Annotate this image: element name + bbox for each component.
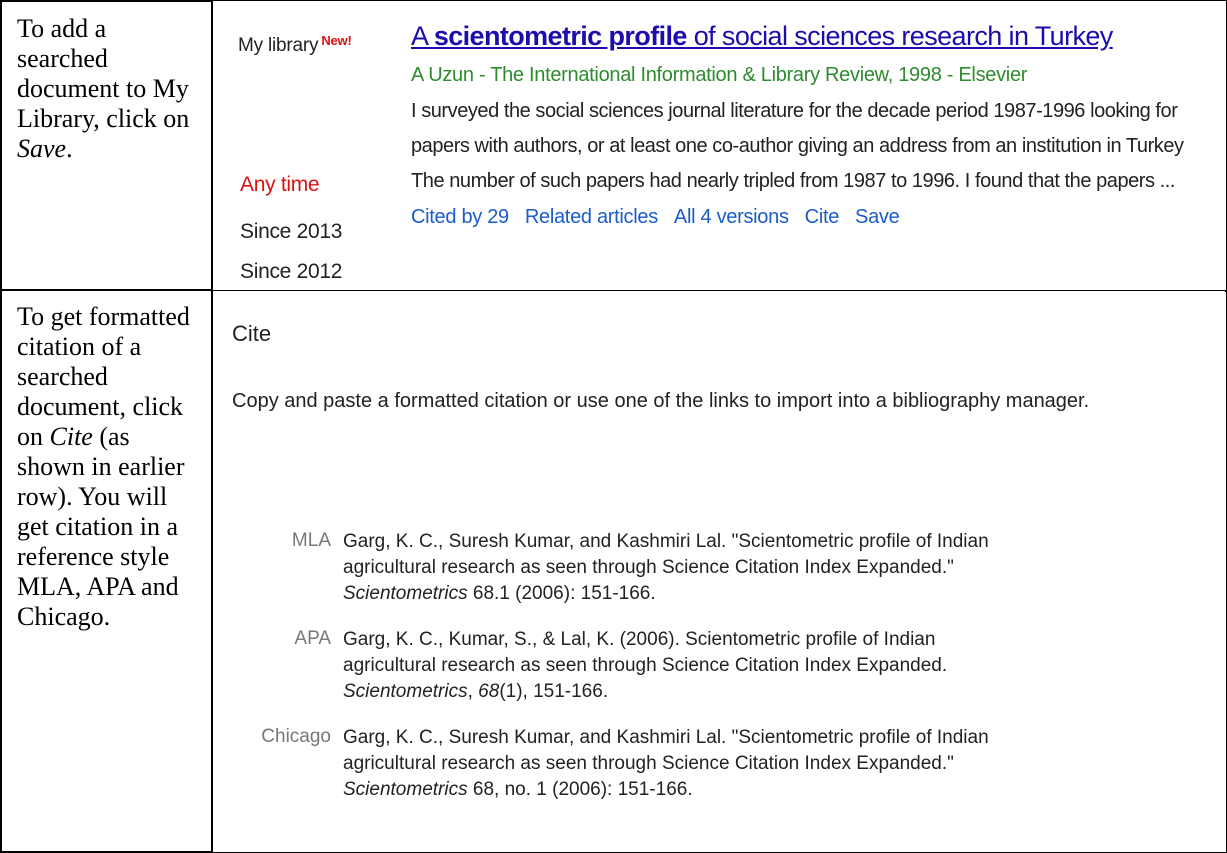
row2-instruction-rest: (as shown in earlier row). You will get … — [17, 422, 185, 631]
result-snippet-line: The number of such papers had nearly tri… — [411, 170, 1175, 192]
citation-line: agricultural research as seen through Sc… — [343, 753, 954, 774]
result-title-prefix: A — [411, 21, 434, 51]
citation-line: agricultural research as seen through Sc… — [343, 557, 954, 578]
new-badge: New! — [321, 33, 352, 48]
result-meta: A Uzun - The International Information &… — [411, 64, 1028, 86]
row1-instruction-period: . — [66, 134, 73, 163]
my-library-link[interactable]: My library New! — [238, 33, 352, 57]
citation-style-label: Chicago — [261, 726, 331, 747]
citation-line: Scientometrics 68, no. 1 (2006): 151-166… — [343, 779, 693, 800]
citation-journal: Scientometrics — [343, 583, 468, 604]
citation-text[interactable]: Garg, K. C., Kumar, S., & Lal, K. (2006)… — [343, 627, 1183, 705]
result-snippet-line: I surveyed the social sciences journal l… — [411, 100, 1178, 122]
time-filter-since-2013[interactable]: Since 2013 — [240, 220, 342, 244]
row2-instruction-cite: Cite — [49, 422, 93, 451]
citation-line: Garg, K. C., Kumar, S., & Lal, K. (2006)… — [343, 629, 936, 650]
cite-dialog-intro: Copy and paste a formatted citation or u… — [232, 390, 1090, 412]
citation-style-label: APA — [294, 628, 331, 649]
citation-line: agricultural research as seen through Sc… — [343, 655, 948, 676]
citation-line: Scientometrics 68.1 (2006): 151-166. — [343, 583, 656, 604]
cited-by-link[interactable]: Cited by 29 — [411, 206, 509, 228]
cite-link[interactable]: Cite — [805, 206, 840, 228]
citation-journal: Scientometrics — [343, 681, 468, 702]
search-result-screenshot: My library New! Any time Since 2013 Since 2… — [213, 1, 1226, 290]
result-action-links: Cited by 29 Related articles All 4 version… — [411, 206, 915, 229]
instruction-table: To add a searched document to My Library… — [0, 0, 1227, 853]
result-title-link[interactable]: A scientometric profile of social scienc… — [411, 21, 1113, 52]
row1-instruction-save: Save — [17, 134, 67, 163]
time-filter-any-time[interactable]: Any time — [240, 173, 320, 197]
cite-dialog-title: Cite — [232, 321, 272, 346]
row2-instruction: To get formatted citation of a searched … — [17, 302, 202, 632]
citation-line: Garg, K. C., Suresh Kumar, and Kashmiri … — [343, 727, 989, 748]
citation-style-label: MLA — [291, 530, 331, 551]
time-filter-since-2012[interactable]: Since 2012 — [240, 260, 342, 284]
citation-text[interactable]: Garg, K. C., Suresh Kumar, and Kashmiri … — [343, 529, 1183, 607]
save-link[interactable]: Save — [855, 206, 900, 228]
citation-volume: 68 — [478, 681, 500, 702]
citation-line: Scientometrics, 68(1), 151-166. — [343, 681, 609, 702]
citation-text[interactable]: Garg, K. C., Suresh Kumar, and Kashmiri … — [343, 725, 1183, 803]
result-title-bold: scientometric profile — [433, 21, 688, 51]
citation-journal: Scientometrics — [343, 779, 468, 800]
table-border-left — [0, 0, 2, 853]
row1-instruction-text: To add a searched document to My Library… — [17, 14, 190, 133]
cite-dialog-screenshot: Cite Copy and paste a formatted citation… — [213, 292, 1226, 852]
result-title-suffix: of social sciences research in Turkey — [686, 21, 1114, 51]
related-articles-link[interactable]: Related articles — [525, 206, 658, 228]
all-versions-link[interactable]: All 4 versions — [674, 206, 789, 228]
my-library-label: My library — [238, 35, 319, 56]
result-snippet-line: papers with authors, or at least one co-… — [411, 135, 1184, 157]
row1-instruction: To add a searched document to My Library… — [17, 14, 202, 164]
citation-line: Garg, K. C., Suresh Kumar, and Kashmiri … — [343, 531, 989, 552]
